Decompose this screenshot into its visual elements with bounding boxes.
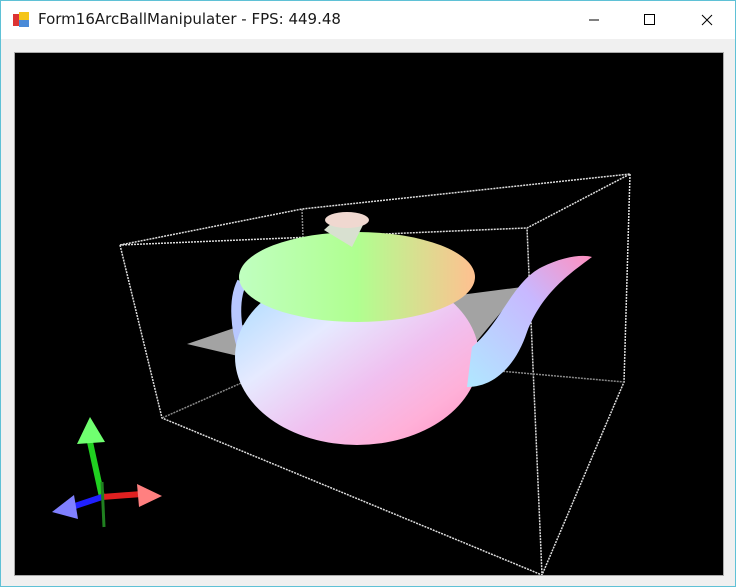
- opengl-viewport[interactable]: [14, 52, 724, 577]
- scene-render: [52, 173, 631, 577]
- app-window: Form16ArcBallManipulater - FPS: 449.48: [0, 0, 736, 587]
- title-bar[interactable]: Form16ArcBallManipulater - FPS: 449.48: [1, 1, 735, 39]
- maximize-button[interactable]: [627, 1, 673, 39]
- minimize-icon: [589, 19, 599, 21]
- minimize-button[interactable]: [571, 1, 617, 39]
- teapot: [231, 212, 592, 445]
- axis-gizmo: [52, 417, 162, 528]
- close-icon: [701, 14, 713, 26]
- window-title: Form16ArcBallManipulater - FPS: 449.48: [38, 10, 341, 28]
- maximize-icon: [644, 14, 655, 25]
- app-icon: [13, 12, 29, 27]
- close-button[interactable]: [684, 1, 730, 39]
